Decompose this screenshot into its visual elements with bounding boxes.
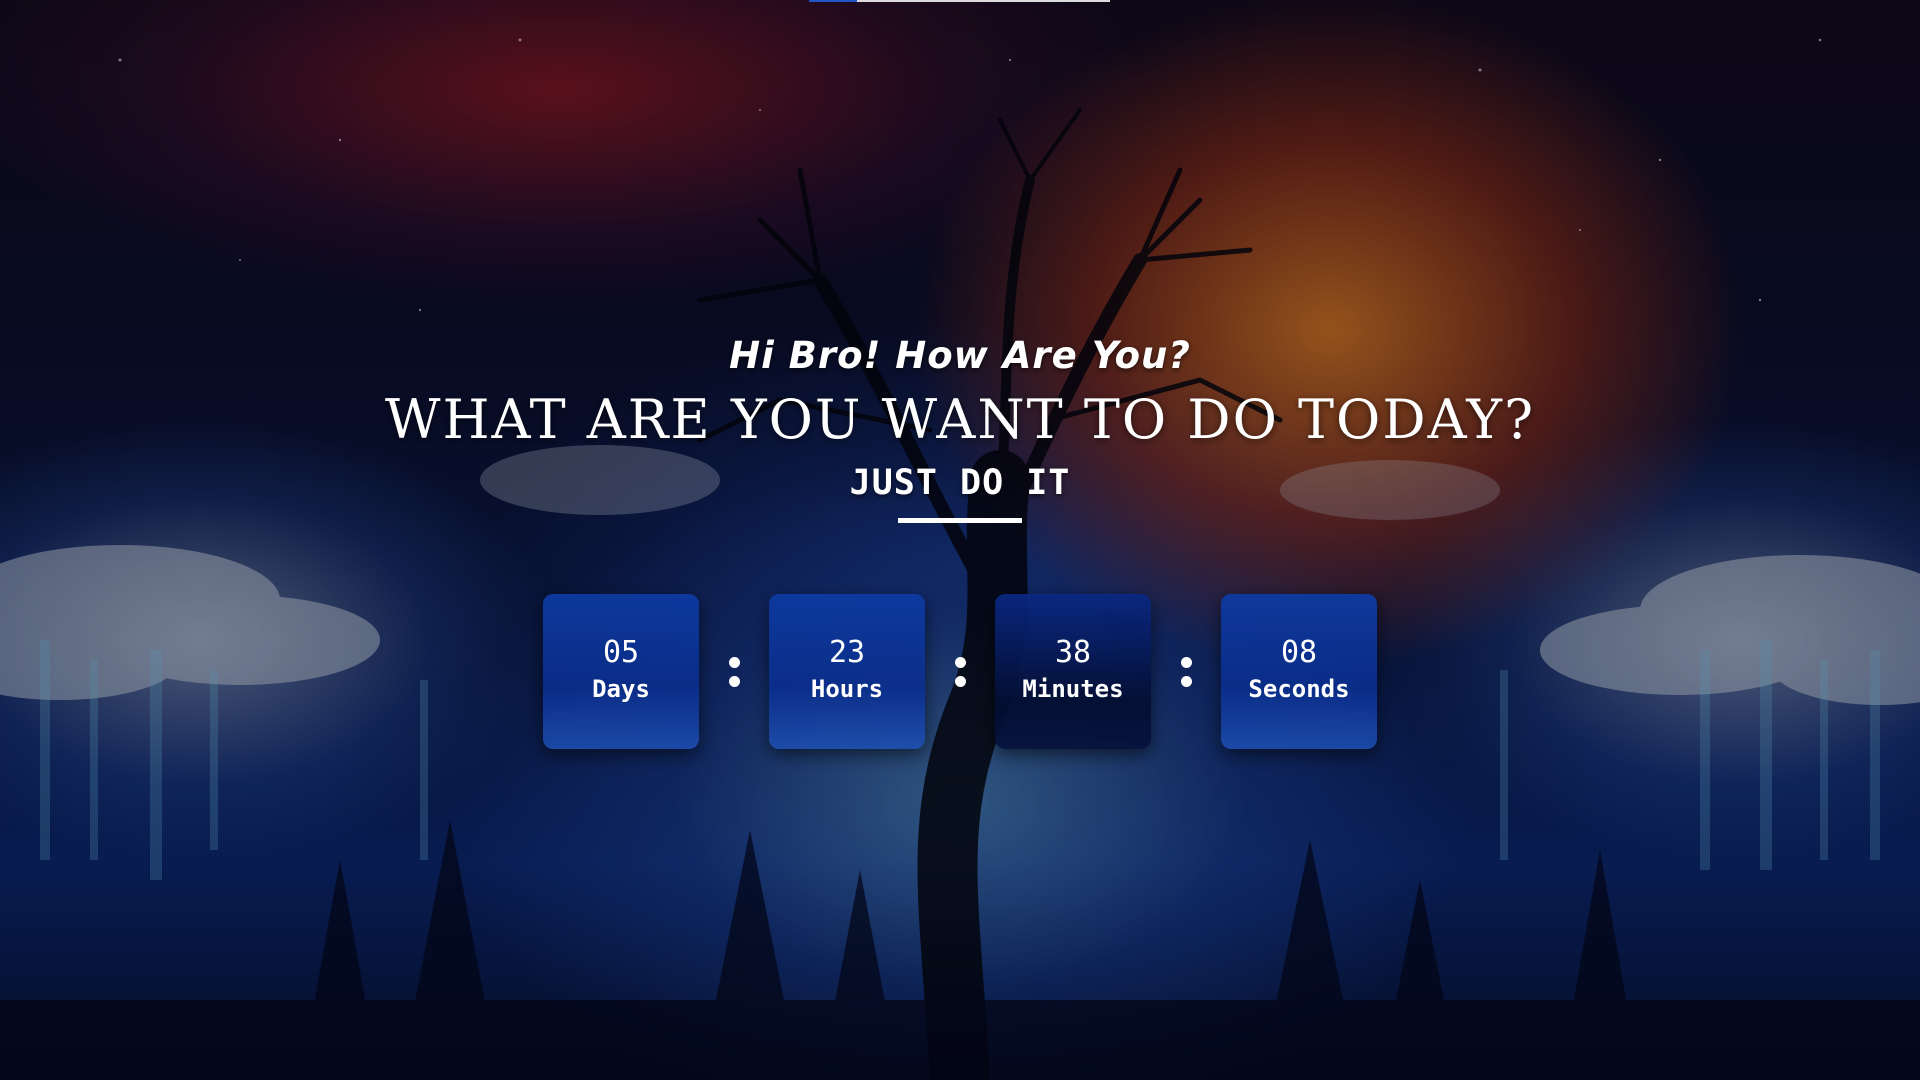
tagline-text: JUST DO IT [849,463,1071,503]
separator-dot [728,675,740,687]
hours-value: 23 [828,634,866,670]
separator-dot [954,675,966,687]
hours-label: Hours [810,674,884,703]
days-label: Days [592,674,650,703]
separator-dot [1180,656,1192,668]
minutes-value: 38 [1054,634,1092,670]
top-progress-bar [809,0,1110,2]
top-progress-fill [809,0,858,2]
countdown-timer: 05 Days 23 Hours 38 Minutes 08 Seconds [543,594,1377,749]
colon-dots-icon [699,656,769,687]
days-value: 05 [602,634,640,670]
countdown-days-card: 05 Days [543,594,699,749]
minutes-label: Minutes [1022,674,1124,703]
background-overlay [0,0,1920,1080]
title-underline [898,518,1022,523]
separator-dot [1180,675,1192,687]
seconds-value: 08 [1280,634,1318,670]
colon-dots-icon [1151,656,1221,687]
page-title: WHAT ARE YOU WANT TO DO TODAY? [384,388,1536,451]
seconds-label: Seconds [1248,674,1350,703]
countdown-seconds-card: 08 Seconds [1221,594,1377,749]
separator-dot [728,656,740,668]
countdown-hours-card: 23 Hours [769,594,925,749]
background-scene [0,0,1920,1080]
greeting-text: Hi Bro! How Are You? [729,334,1191,377]
separator-dot [954,656,966,668]
countdown-minutes-card: 38 Minutes [995,594,1151,749]
hero-section: Hi Bro! How Are You? WHAT ARE YOU WANT T… [0,330,1920,523]
colon-dots-icon [925,656,995,687]
